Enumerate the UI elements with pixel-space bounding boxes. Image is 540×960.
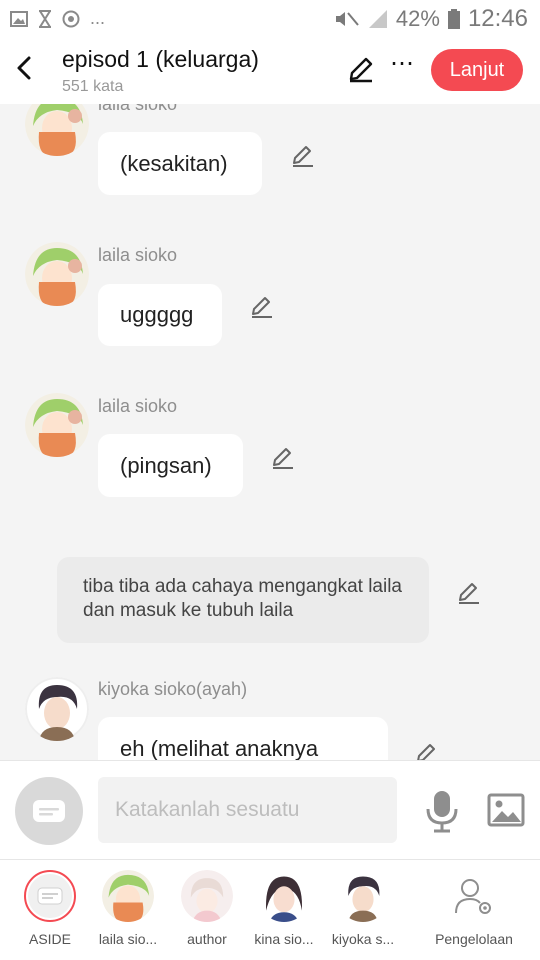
message-bubble[interactable]: eh (melihat anaknya xyxy=(98,717,388,760)
laila-avatar xyxy=(102,870,154,922)
tray-item-management[interactable]: Pengelolaan xyxy=(428,870,520,947)
tray-item-kiyoka[interactable]: kiyoka s... xyxy=(326,870,400,947)
next-button[interactable]: Lanjut xyxy=(431,49,523,91)
avatar-laila[interactable] xyxy=(25,393,89,457)
tray-label: ASIDE xyxy=(28,931,71,947)
message-input-bar xyxy=(0,760,540,860)
tray-label: author xyxy=(187,931,227,947)
tray-label: Pengelolaan xyxy=(435,931,513,947)
episode-title: episod 1 (keluarga) xyxy=(62,46,259,72)
tray-item-laila[interactable]: laila sio... xyxy=(91,870,165,947)
message-bubble[interactable]: (pingsan) xyxy=(98,434,243,497)
edit-message-icon[interactable] xyxy=(414,741,440,760)
edit-message-icon[interactable] xyxy=(270,445,296,471)
edit-narration-icon[interactable] xyxy=(456,580,482,606)
edit-pencil-icon[interactable] xyxy=(346,54,376,84)
header: episod 1 (keluarga) 551 kata ⋯ Lanjut xyxy=(0,36,540,104)
sender-name: kiyoka sioko(ayah) xyxy=(98,679,248,699)
message-text: uggggg xyxy=(120,302,194,327)
image-upload-icon[interactable] xyxy=(487,793,525,827)
clock: 12:46 xyxy=(467,5,528,32)
message-text: (pingsan) xyxy=(120,452,212,478)
aside-toggle-button[interactable] xyxy=(15,777,83,845)
character-tray: ASIDE laila sio... author kina sio... ki… xyxy=(0,860,540,960)
word-count: 551 kata xyxy=(62,78,124,95)
mute-icon xyxy=(335,12,359,26)
narration-bubble[interactable]: tiba tiba ada cahaya mengangkat laila da… xyxy=(57,557,429,643)
chat-bubble-icon xyxy=(33,800,65,822)
user-settings-icon xyxy=(455,879,491,914)
tray-label: laila sio... xyxy=(98,931,158,947)
tray-label: kina sio... xyxy=(254,931,314,947)
author-avatar xyxy=(181,870,233,922)
avatar-laila[interactable] xyxy=(25,104,89,156)
sender-name: laila sioko xyxy=(98,396,178,416)
narration-text: tiba tiba ada cahaya mengangkat laila da… xyxy=(83,576,403,621)
microphone-icon[interactable] xyxy=(424,789,460,833)
edit-message-icon[interactable] xyxy=(290,143,316,169)
signal-icon xyxy=(368,10,387,28)
status-bar: ... 42% 12:46 xyxy=(0,0,540,36)
battery-icon xyxy=(447,9,460,29)
sender-name: laila sioko xyxy=(98,104,178,114)
aside-avatar xyxy=(24,870,76,922)
edit-message-icon[interactable] xyxy=(249,294,275,320)
message-bubble[interactable]: uggggg xyxy=(98,284,222,346)
battery-percent: 42% xyxy=(395,6,440,31)
back-arrow-icon[interactable] xyxy=(10,50,40,86)
kiyoka-avatar xyxy=(337,870,389,922)
chat-bubble-icon xyxy=(37,887,63,905)
message-text: eh (melihat anaknya xyxy=(120,735,319,761)
status-more-text: ... xyxy=(90,8,106,28)
tray-item-aside[interactable]: ASIDE xyxy=(13,870,87,947)
avatar-kiyoka[interactable] xyxy=(25,677,89,741)
avatar-laila[interactable] xyxy=(25,242,89,306)
message-bubble[interactable]: (kesakitan) xyxy=(98,132,262,195)
chat-area[interactable]: laila sioko (kesakitan) laila sioko uggg… xyxy=(0,104,540,760)
hourglass-icon xyxy=(39,9,51,28)
sender-name: laila sioko xyxy=(98,245,178,265)
kina-avatar xyxy=(258,870,310,922)
message-input[interactable] xyxy=(98,777,397,843)
gallery-notification-icon xyxy=(10,10,28,27)
message-text: (kesakitan) xyxy=(120,150,228,176)
tray-item-author[interactable]: author xyxy=(170,870,244,947)
chrome-icon xyxy=(62,10,80,27)
tray-label: kiyoka s... xyxy=(331,931,395,947)
more-options-icon[interactable]: ⋯ xyxy=(388,52,416,82)
tray-item-kina[interactable]: kina sio... xyxy=(247,870,321,947)
management-icon-wrap xyxy=(448,870,500,922)
